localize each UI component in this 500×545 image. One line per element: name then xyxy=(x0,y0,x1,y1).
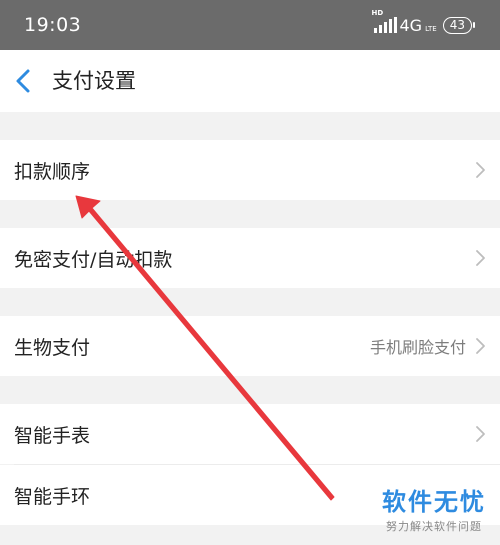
password-free-payment-label: 免密支付/自动扣款 xyxy=(14,248,173,271)
deduction-order-label: 扣款顺序 xyxy=(14,160,91,183)
chevron-right-icon xyxy=(476,162,485,178)
hd-label: HD xyxy=(371,9,384,17)
back-arrow-icon[interactable] xyxy=(12,66,36,96)
page-title: 支付设置 xyxy=(52,69,136,93)
smart-band-label: 智能手环 xyxy=(14,485,91,508)
smart-watch-item[interactable]: 智能手表 xyxy=(0,404,500,464)
battery-level: 43 xyxy=(449,17,465,32)
status-bar: 19:03 HD 4G LTE 43 xyxy=(0,0,500,50)
network-sub-label: LTE xyxy=(425,25,437,33)
bottom-gap xyxy=(0,538,500,545)
password-free-payment-item[interactable]: 免密支付/自动扣款 xyxy=(0,228,500,288)
battery-icon: 43 xyxy=(442,16,476,34)
network-label: 4G xyxy=(399,15,423,35)
chevron-right-icon xyxy=(476,338,485,354)
watermark-title: 软件无忧 xyxy=(382,488,486,516)
watermark-subtitle: 努力解决软件问题 xyxy=(386,520,482,533)
watermark: 软件无忧 努力解决软件问题 xyxy=(372,483,496,539)
status-time: 19:03 xyxy=(24,14,82,36)
chevron-right-icon xyxy=(476,250,485,266)
biometric-payment-label: 生物支付 xyxy=(14,336,91,359)
signal-icon: HD xyxy=(372,9,397,33)
status-icons: HD 4G LTE 43 xyxy=(372,9,476,36)
biometric-payment-value: 手机刷脸支付 xyxy=(369,338,466,357)
smart-watch-label: 智能手表 xyxy=(14,424,91,447)
deduction-order-item[interactable]: 扣款顺序 xyxy=(0,140,500,200)
chevron-right-icon xyxy=(476,426,485,442)
biometric-payment-item[interactable]: 生物支付 手机刷脸支付 xyxy=(0,316,500,376)
nav-bar: 支付设置 xyxy=(0,50,500,112)
